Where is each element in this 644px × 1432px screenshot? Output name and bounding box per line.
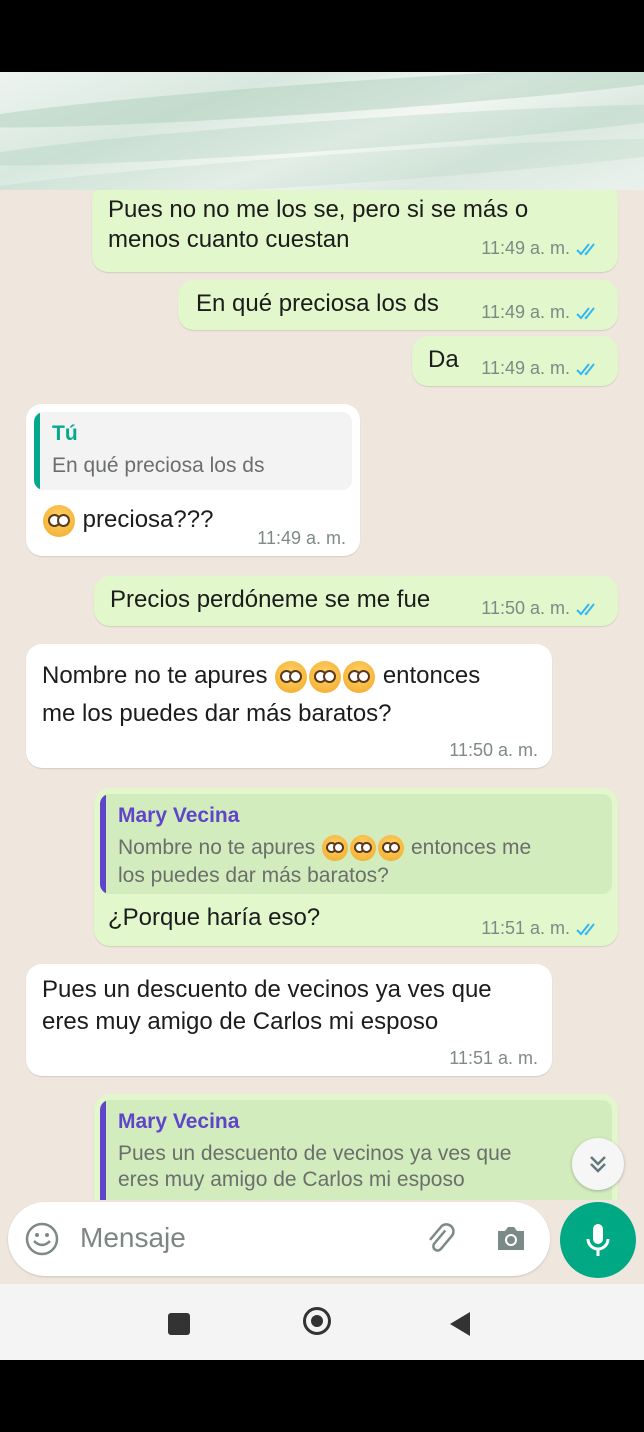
- message-meta: 11:51 a. m.: [449, 1048, 538, 1069]
- message-bubble-outgoing[interactable]: Da 11:49 a. m.: [412, 336, 618, 386]
- message-text: Da: [428, 346, 459, 373]
- message-bubble-outgoing[interactable]: Mary Vecina Nombre no te apures entonces…: [94, 788, 618, 946]
- double-check-icon: [576, 922, 595, 935]
- message-text-content: preciosa???: [82, 506, 214, 533]
- message-text: Nombre no te apures entonces: [42, 660, 480, 693]
- message-bubble-outgoing[interactable]: Pues no no me los se, pero si se más o m…: [92, 190, 618, 272]
- status-bar-area: [0, 0, 644, 72]
- mic-button[interactable]: [560, 1202, 636, 1278]
- message-bubble-incoming[interactable]: Nombre no te apures entonces me los pued…: [26, 644, 552, 768]
- message-meta: 11:51 a. m.: [481, 918, 602, 939]
- message-text: menos cuanto cuestan: [108, 226, 350, 253]
- message-text: Precios perdóneme se me fue: [110, 586, 431, 613]
- flushed-face-emoji-icon: [378, 835, 405, 862]
- message-time: 11:49 a. m.: [481, 358, 570, 378]
- flushed-face-emoji-icon: [43, 504, 75, 537]
- circle-inner-dot: [311, 1315, 323, 1327]
- message-meta: 11:50 a. m.: [449, 740, 538, 761]
- paperclip-icon[interactable]: [422, 1221, 458, 1257]
- message-text: En qué preciosa los ds: [196, 290, 439, 317]
- double-check-icon: [576, 242, 595, 255]
- message-time: 11:50 a. m.: [481, 598, 570, 618]
- camera-icon[interactable]: [494, 1222, 528, 1254]
- message-meta: 11:49 a. m.: [257, 528, 346, 549]
- quote-author: Mary Vecina: [118, 804, 240, 827]
- composer-bar: Mensaje: [0, 1200, 644, 1284]
- quote-text: En qué preciosa los ds: [52, 454, 265, 477]
- circle-icon[interactable]: [303, 1307, 331, 1335]
- message-text: Pues no no me los se, pero si se más o: [108, 196, 529, 223]
- chat-header-wallpaper: [0, 72, 644, 190]
- message-meta: 11:50 a. m.: [481, 598, 602, 619]
- quote-text-part: entonces me: [410, 836, 532, 859]
- quoted-message[interactable]: Mary Vecina Nombre no te apures entonces…: [100, 794, 612, 894]
- message-text: eres muy amigo de Carlos mi esposo: [42, 1008, 439, 1035]
- message-meta: 11:49 a. m.: [481, 238, 602, 259]
- double-chevron-down-icon: [590, 1156, 606, 1173]
- flushed-face-emoji-icon: [275, 660, 308, 693]
- flushed-face-emoji-icon: [350, 835, 377, 862]
- message-input[interactable]: Mensaje: [80, 1222, 186, 1254]
- flushed-face-emoji-icon: [309, 660, 342, 693]
- android-nav-bar: [0, 1284, 644, 1360]
- message-time: 11:49 a. m.: [481, 302, 570, 322]
- quote-bar: [100, 1100, 106, 1200]
- double-check-icon: [576, 362, 595, 375]
- quote-text: eres muy amigo de Carlos mi esposo: [118, 1168, 465, 1191]
- message-bubble-incoming[interactable]: Pues un descuento de vecinos ya ves que …: [26, 964, 552, 1076]
- message-composer[interactable]: Mensaje: [8, 1202, 550, 1276]
- quote-author: Tú: [52, 422, 78, 445]
- quote-text: Pues un descuento de vecinos ya ves que: [118, 1142, 512, 1165]
- message-bubble-outgoing[interactable]: En qué preciosa los ds 11:49 a. m.: [178, 280, 618, 330]
- mic-icon: [586, 1224, 610, 1256]
- quote-text: Nombre no te apures entonces me: [118, 834, 532, 862]
- message-meta: 11:49 a. m.: [481, 358, 602, 379]
- chat-messages[interactable]: Pues no no me los se, pero si se más o m…: [0, 190, 644, 1200]
- quoted-message[interactable]: Tú En qué preciosa los ds: [34, 412, 352, 490]
- quote-bar: [34, 412, 40, 490]
- message-text-part: Nombre no te apures: [42, 662, 268, 689]
- message-bubble-outgoing[interactable]: Precios perdóneme se me fue 11:50 a. m.: [94, 576, 618, 626]
- message-text: Pues un descuento de vecinos ya ves que: [42, 976, 492, 1003]
- emoji-icon[interactable]: [24, 1221, 60, 1257]
- quote-bar: [100, 794, 106, 894]
- triangle-back-icon[interactable]: [448, 1311, 472, 1337]
- message-time: 11:50 a. m.: [449, 740, 538, 760]
- bottom-black-bar: [0, 1360, 644, 1432]
- message-text: preciosa???: [42, 504, 213, 537]
- quote-author: Mary Vecina: [118, 1110, 240, 1133]
- quote-text: los puedes dar más baratos?: [118, 864, 389, 887]
- double-check-icon: [576, 306, 595, 319]
- double-check-icon: [576, 602, 595, 615]
- message-time: 11:49 a. m.: [257, 528, 346, 548]
- message-time: 11:49 a. m.: [481, 238, 570, 258]
- flushed-face-emoji-icon: [322, 835, 349, 862]
- message-time: 11:51 a. m.: [481, 918, 570, 938]
- message-time: 11:51 a. m.: [449, 1048, 538, 1068]
- message-text-part: entonces: [382, 662, 481, 689]
- flushed-face-emoji-icon: [343, 660, 376, 693]
- quote-text-part: Nombre no te apures: [118, 836, 316, 859]
- message-bubble-outgoing[interactable]: Mary Vecina Pues un descuento de vecinos…: [94, 1094, 618, 1200]
- message-text: ¿Porque haría eso?: [108, 904, 321, 931]
- quoted-message[interactable]: Mary Vecina Pues un descuento de vecinos…: [100, 1100, 612, 1200]
- square-icon[interactable]: [168, 1313, 190, 1335]
- message-meta: 11:49 a. m.: [481, 302, 602, 323]
- message-bubble-incoming[interactable]: Tú En qué preciosa los ds preciosa??? 11…: [26, 404, 360, 556]
- scroll-to-bottom-button[interactable]: [572, 1138, 624, 1190]
- message-text: me los puedes dar más baratos?: [42, 700, 392, 727]
